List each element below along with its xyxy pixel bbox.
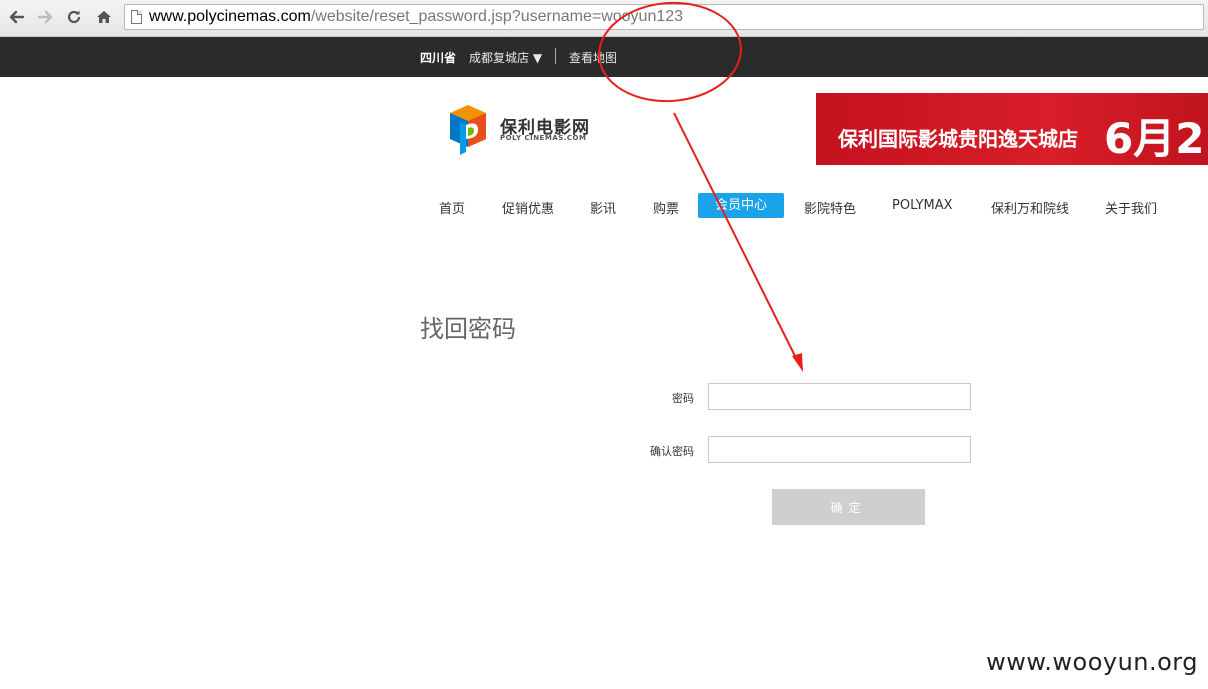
back-icon[interactable]: [5, 5, 29, 29]
watermark: www.wooyun.org: [986, 648, 1198, 676]
city-selector[interactable]: 成都复城店 ▼: [469, 49, 542, 66]
main-nav: 首页 促销优惠 影讯 购票 会员中心 影院特色 POLYMAX 保利万和院线 关…: [0, 193, 1208, 219]
banner-date: 6月2: [1104, 114, 1205, 163]
confirm-password-label: 确认密码: [650, 445, 694, 458]
password-label: 密码: [672, 392, 694, 405]
annotation-arrow-head: [792, 353, 803, 372]
submit-button[interactable]: 确定: [772, 489, 925, 525]
banner-text: 保利国际影城贵阳逸天城店: [838, 127, 1078, 151]
forward-icon[interactable]: [33, 5, 57, 29]
nav-item-about-us[interactable]: 关于我们: [1105, 198, 1157, 217]
logo-name-en: POLY CINEMAS.COM: [500, 134, 587, 142]
nav-item-movie-news[interactable]: 影讯: [590, 198, 616, 217]
view-map-link[interactable]: 查看地图: [569, 49, 617, 66]
home-icon[interactable]: [92, 5, 116, 29]
browser-toolbar: www.polycinemas.com/website/reset_passwo…: [0, 0, 1208, 37]
poly-logo-icon: [450, 105, 486, 155]
site-logo[interactable]: 保利电影网 POLY CINEMAS.COM: [446, 103, 589, 158]
nav-item-home[interactable]: 首页: [439, 198, 465, 217]
nav-item-promotions[interactable]: 促销优惠: [502, 198, 554, 217]
province-label: 四川省: [420, 51, 457, 65]
nav-item-member-center[interactable]: 会员中心: [698, 193, 785, 218]
location-divider: [555, 48, 556, 64]
nav-item-tickets[interactable]: 购票: [653, 198, 679, 217]
page-icon: [131, 10, 142, 24]
url-text: www.polycinemas.com/website/reset_passwo…: [149, 7, 683, 27]
url-path: /website/reset_password.jsp?username=woo…: [310, 8, 684, 25]
location-bar: 四川省 成都复城店 ▼ 查看地图: [0, 37, 1208, 77]
url-host: www.polycinemas.com: [149, 8, 311, 25]
address-bar[interactable]: www.polycinemas.com/website/reset_passwo…: [124, 4, 1204, 30]
promo-banner[interactable]: 保利国际影城贵阳逸天城店 6月2: [816, 93, 1208, 165]
nav-item-polymax[interactable]: POLYMAX: [892, 198, 953, 213]
nav-item-cinema-chain[interactable]: 保利万和院线: [991, 198, 1069, 217]
reload-icon[interactable]: [62, 5, 86, 29]
annotation-arrow-line: [673, 112, 799, 363]
password-input[interactable]: [708, 383, 971, 410]
nav-item-cinema-features[interactable]: 影院特色: [804, 198, 856, 217]
confirm-password-input[interactable]: [708, 436, 971, 463]
page-title: 找回密码: [420, 315, 516, 343]
